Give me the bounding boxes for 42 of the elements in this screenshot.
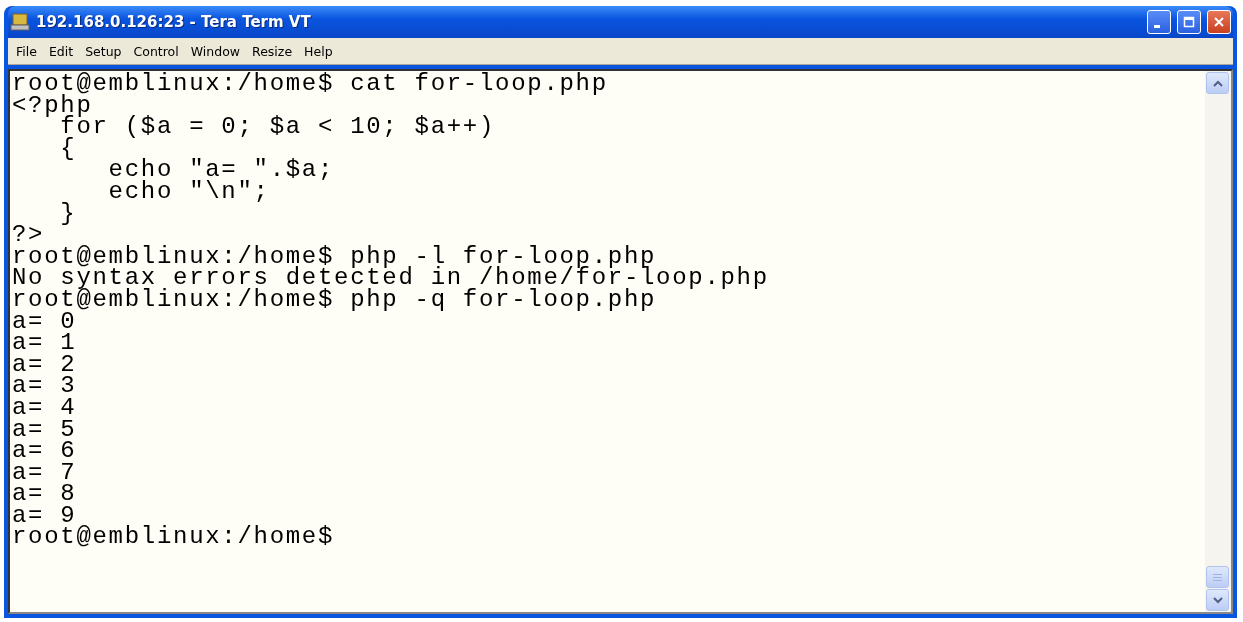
terminal-line: root@emblinux:/home$ [12, 526, 336, 549]
terminal-line: { [59, 137, 78, 160]
maximize-button[interactable] [1177, 10, 1201, 34]
terminal-line: root@emblinux:/home$ php -q for-loop.php [12, 288, 657, 311]
window-title: 192.168.0.126:23 - Tera Term VT [36, 13, 312, 31]
scroll-down-button[interactable] [1206, 589, 1229, 611]
app-icon [10, 13, 30, 31]
terminal-line: root@emblinux:/home$ cat for-loop.php [12, 73, 609, 95]
terminal-line: a= 4 [12, 396, 78, 419]
terminal-line: echo "\n"; [107, 180, 270, 203]
minimize-icon [1154, 25, 1160, 28]
terminal-line: a= 6 [12, 440, 78, 462]
menu-item[interactable]: Window [184, 43, 246, 59]
chevron-up-icon [1212, 79, 1223, 87]
chevron-down-icon [1212, 596, 1223, 604]
menu-item[interactable]: Edit [42, 43, 80, 59]
terminal-line: a= 8 [12, 483, 78, 505]
terminal-line: a= 2 [12, 353, 78, 376]
terminal-line: } [59, 202, 78, 225]
terminal-line: <?php [12, 94, 93, 117]
maximize-icon [1183, 16, 1195, 28]
minimize-button[interactable] [1147, 10, 1171, 34]
terminal-line: a= 5 [12, 418, 78, 441]
menu-item[interactable]: File [10, 43, 43, 59]
scroll-thumb[interactable] [1206, 566, 1229, 588]
menu-item[interactable]: Control [127, 43, 185, 59]
terminal-line: a= 3 [12, 375, 78, 397]
terminal-line: echo "a= ".$a; [107, 159, 336, 181]
close-button[interactable] [1207, 10, 1231, 34]
terminal-line: a= 0 [12, 310, 77, 333]
terminal-line: No syntax errors detected in /home/for-loop.php [12, 267, 770, 289]
menu-item[interactable]: Help [298, 43, 339, 59]
grip-icon [1213, 572, 1222, 582]
terminal-line: ?> [12, 224, 45, 246]
terminal-line: a= 9 [12, 504, 77, 527]
terminal-line: a= 1 [12, 332, 78, 354]
menu-item[interactable]: Resize [246, 43, 299, 59]
menu-item[interactable]: Setup [79, 43, 128, 59]
terminal-line: a= 7 [12, 461, 78, 484]
terminal-line: for ($a = 0; $a < 10; $a++) [60, 116, 497, 138]
scroll-up-button[interactable] [1206, 72, 1229, 94]
close-icon [1213, 16, 1225, 28]
